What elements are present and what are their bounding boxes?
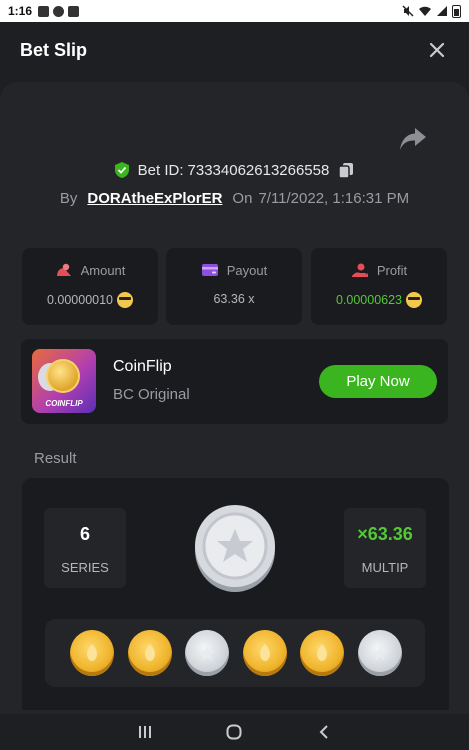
- mute-icon: [402, 5, 414, 17]
- series-box: 6 SERIES: [44, 508, 126, 588]
- bet-slip-header: Bet Slip: [0, 22, 469, 82]
- result-coin-icon: [195, 505, 275, 592]
- thumbnail-label: COINFLIP: [45, 399, 83, 408]
- home-icon: [226, 724, 242, 740]
- payout-card: Payout 63.36 x: [166, 248, 302, 325]
- series-label: SERIES: [61, 560, 109, 575]
- status-notification-icons: [38, 5, 80, 17]
- silver-coin-icon: [357, 630, 402, 676]
- status-time: 1:16: [8, 4, 33, 18]
- multiplier-value: ×63.36: [357, 524, 413, 544]
- wallet-icon: [201, 264, 218, 276]
- notification-icon: [38, 5, 50, 17]
- gold-coin-icon: [242, 630, 287, 676]
- payout-value: 63.36 x: [213, 292, 255, 306]
- amount-label: Amount: [80, 262, 126, 278]
- game-name: CoinFlip: [113, 358, 172, 375]
- spotify-icon: [53, 5, 65, 17]
- gold-coin-icon: [70, 630, 114, 676]
- amount-card: Amount 0.00000010: [22, 248, 158, 325]
- result-card: 6 SERIES ×63.36 MULTIP: [22, 478, 449, 710]
- share-button[interactable]: [398, 125, 428, 153]
- profit-hand-icon: [351, 263, 368, 277]
- currency-icon: [117, 292, 134, 308]
- gold-coin-graphic: [46, 359, 80, 393]
- bet-author-row: By DORAtheExPlorER On 7/11/2022, 1:16:31…: [0, 186, 469, 210]
- status-system-icons: [402, 4, 461, 18]
- silver-coin-icon: [185, 630, 229, 676]
- multiplier-box: ×63.36 MULTIP: [344, 508, 426, 588]
- gold-coin-icon: [300, 630, 344, 676]
- back-button[interactable]: [310, 718, 338, 746]
- battery-icon: [452, 4, 461, 18]
- gold-coin-icon: [127, 630, 172, 676]
- bet-id-label: Bet ID:: [137, 161, 184, 179]
- close-button[interactable]: [425, 38, 449, 62]
- recent-apps-button[interactable]: [131, 718, 159, 746]
- status-bar: 1:16: [0, 0, 469, 22]
- wifi-icon: [419, 6, 431, 16]
- amount-icon: [56, 263, 71, 276]
- currency-icon: [406, 292, 423, 308]
- multiplier-label: MULTIP: [361, 560, 409, 575]
- user-link[interactable]: DORAtheExPlorER: [87, 190, 222, 207]
- by-label: By: [59, 189, 78, 207]
- game-subtitle: BC Original: [113, 386, 190, 403]
- profit-value: 0.00000623: [335, 293, 403, 307]
- profit-label: Profit: [376, 262, 408, 278]
- game-card: COINFLIP CoinFlip BC Original Play Now: [21, 339, 448, 424]
- amount-value: 0.00000010: [46, 293, 114, 307]
- android-nav-bar: [0, 714, 469, 750]
- payout-label: Payout: [226, 262, 268, 278]
- coin-sequence: [45, 619, 425, 687]
- result-heading: Result: [34, 450, 77, 467]
- profit-card: Profit 0.00000623: [311, 248, 447, 325]
- home-button[interactable]: [220, 718, 248, 746]
- recent-apps-icon: [138, 726, 151, 738]
- series-value: 6: [79, 524, 90, 544]
- share-icon: [400, 128, 426, 150]
- play-now-button[interactable]: Play Now: [319, 365, 437, 398]
- bet-datetime: 7/11/2022, 1:16:31 PM: [258, 189, 410, 207]
- close-icon: [429, 42, 445, 58]
- shield-check-icon: [114, 162, 129, 178]
- bet-id-value: 73334062613266558: [187, 161, 330, 179]
- on-label: On: [232, 189, 253, 207]
- page-title: Bet Slip: [20, 40, 88, 60]
- coinflip-thumbnail[interactable]: COINFLIP: [32, 349, 96, 413]
- back-icon: [319, 725, 328, 739]
- mail-icon: [68, 5, 80, 17]
- signal-icon: [437, 6, 447, 16]
- bet-id-row: Bet ID: 73334062613266558: [0, 158, 469, 182]
- copy-icon[interactable]: [337, 161, 355, 179]
